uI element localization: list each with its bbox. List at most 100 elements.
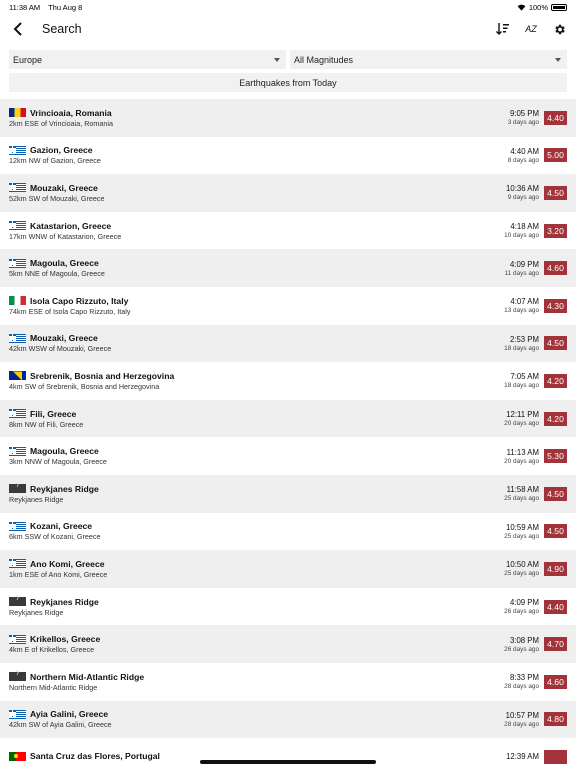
- earthquake-row[interactable]: Gazion, Greece 12km NW of Gazion, Greece 4…: [0, 137, 576, 175]
- row-text: Vrincioaia, Romania 2km ESE of Vrincioaia…: [9, 108, 508, 128]
- earthquake-row[interactable]: Magoula, Greece 3km NNW of Magoula, Greec…: [0, 437, 576, 475]
- row-text: Fili, Greece 8km NW of Fili, Greece: [9, 409, 504, 429]
- earthquake-row[interactable]: Vrincioaia, Romania 2km ESE of Vrincioaia…: [0, 99, 576, 137]
- wifi-icon: [517, 4, 526, 11]
- location-title: Vrincioaia, Romania: [30, 107, 112, 118]
- az-sort-icon: AZ: [525, 24, 537, 34]
- row-time-block: 8:33 PM 28 days ago: [504, 673, 539, 690]
- quake-age: 10 days ago: [504, 232, 539, 240]
- quake-time: 10:59 AM: [506, 522, 539, 532]
- country-flag-icon: [9, 371, 26, 381]
- row-text: Reykjanes RidgeReykjanes Ridge: [9, 483, 504, 504]
- quake-time: 10:57 PM: [505, 710, 539, 720]
- location-detail: 52km SW of Mouzaki, Greece: [9, 193, 105, 203]
- earthquake-row[interactable]: Ayia Galini, Greece 42km SW of Ayia Galin…: [0, 700, 576, 739]
- alphabetical-sort-button[interactable]: AZ: [522, 20, 540, 38]
- earthquake-row[interactable]: Srebrenik, Bosnia and Herzegovina 4km SW …: [0, 362, 576, 400]
- location-title: Magoula, Greece: [30, 446, 99, 457]
- quake-time: 10:50 AM: [506, 560, 539, 570]
- location-detail: 74km ESE of Isola Capo Rizzuto, Italy: [9, 306, 131, 316]
- earthquake-row[interactable]: Krikellos, Greece 4km E of Krikellos, Gre…: [0, 625, 576, 663]
- earthquake-row[interactable]: Reykjanes RidgeReykjanes Ridge11:58 AM25…: [0, 474, 576, 513]
- region-select[interactable]: Europe: [9, 50, 286, 69]
- row-text: Isola Capo Rizzuto, Italy 74km ESE of Iso…: [9, 296, 504, 316]
- magnitude-badge: 4.50: [544, 336, 567, 351]
- sort-descending-icon: [496, 23, 509, 35]
- earthquake-row[interactable]: Northern Mid-Atlantic RidgeNorthern Mid-…: [0, 663, 576, 701]
- magnitude-badge: 3.20: [544, 223, 567, 238]
- location-title: Ano Komi, Greece: [30, 558, 105, 569]
- magnitude-badge: 4.50: [544, 486, 567, 501]
- quake-age: 26 days ago: [504, 645, 539, 653]
- earthquake-row[interactable]: Mouzaki, Greece 42km WSW of Mouzaki, Gree…: [0, 324, 576, 363]
- magnitude-badge: 4.50: [544, 185, 567, 200]
- earthquake-row[interactable]: Ano Komi, Greece 1km ESE of Ano Komi, Gre…: [0, 550, 576, 588]
- location-detail: 5km NNE of Magoula, Greece: [9, 269, 105, 279]
- quake-age: 26 days ago: [504, 608, 539, 616]
- location-detail: 3km NNW of Magoula, Greece: [9, 457, 107, 467]
- quake-age: 18 days ago: [504, 382, 539, 390]
- country-flag-icon: [9, 183, 26, 193]
- earthquake-row[interactable]: Fili, Greece 8km NW of Fili, Greece 12:11 …: [0, 399, 576, 438]
- battery-icon: [551, 3, 567, 11]
- row-text: Mouzaki, Greece 42km WSW of Mouzaki, Gree…: [9, 333, 504, 353]
- location-detail: 2km ESE of Vrincioaia, Romania: [9, 118, 113, 128]
- quake-time: 7:05 AM: [510, 372, 539, 382]
- row-text: Northern Mid-Atlantic RidgeNorthern Mid-…: [9, 671, 504, 692]
- location-title: Mouzaki, Greece: [30, 182, 98, 193]
- dropdown-caret-icon: [555, 57, 561, 62]
- row-time-block: 9:05 PM 3 days ago: [508, 109, 539, 126]
- row-time-block: 12:11 PM 20 days ago: [504, 410, 539, 427]
- location-detail: 42km SW of Ayia Galini, Greece: [9, 720, 112, 730]
- quake-time: 12:39 AM: [506, 751, 539, 761]
- row-text: Katastarion, Greece 17km WNW of Katastari…: [9, 221, 504, 241]
- location-detail: 42km WSW of Mouzaki, Greece: [9, 344, 112, 354]
- location-title: Mouzaki, Greece: [30, 333, 98, 344]
- row-time-block: 7:05 AM 18 days ago: [504, 372, 539, 389]
- sort-button[interactable]: [494, 20, 512, 38]
- status-bar: 11:38 AM Thu Aug 8 100%: [0, 0, 576, 14]
- quake-time: 8:33 PM: [509, 673, 539, 683]
- dropdown-caret-icon: [274, 57, 280, 62]
- row-time-block: 12:39 AM: [506, 752, 539, 762]
- magnitude-badge: 4.60: [544, 261, 567, 276]
- magnitude-badge: 4.70: [544, 637, 567, 652]
- location-title: Katastarion, Greece: [30, 220, 112, 231]
- location-detail: Northern Mid-Atlantic Ridge: [9, 682, 98, 692]
- country-flag-icon: [9, 446, 26, 456]
- location-detail: 1km ESE of Ano Komi, Greece: [9, 569, 108, 579]
- earthquake-list: Vrincioaia, Romania 2km ESE of Vrincioaia…: [0, 99, 576, 768]
- location-detail: 8km NW of Fili, Greece: [9, 419, 84, 429]
- location-detail: 12km NW of Gazion, Greece: [9, 156, 101, 166]
- earthquake-row[interactable]: Kozani, Greece 6km SSW of Kozani, Greece 1…: [0, 513, 576, 551]
- quake-age: 25 days ago: [504, 495, 539, 503]
- row-time-block: 4:09 PM 11 days ago: [505, 260, 539, 277]
- battery-percent: 100%: [528, 2, 548, 12]
- location-title: Gazion, Greece: [30, 145, 93, 156]
- magnitude-badge: 4.40: [544, 599, 567, 614]
- quake-age: 20 days ago: [504, 457, 539, 465]
- quake-time: 4:18 AM: [510, 222, 539, 232]
- row-time-block: 4:07 AM 13 days ago: [504, 297, 539, 314]
- back-button[interactable]: [8, 19, 28, 39]
- earthquake-row[interactable]: Katastarion, Greece 17km WNW of Katastari…: [0, 212, 576, 250]
- settings-button[interactable]: [550, 20, 568, 38]
- country-flag-icon: [9, 709, 26, 719]
- earthquake-row[interactable]: Reykjanes RidgeReykjanes Ridge4:09 PM26 …: [0, 588, 576, 626]
- row-title-line: Isola Capo Rizzuto, Italy: [9, 296, 504, 306]
- country-flag-icon: [9, 221, 26, 231]
- row-time-block: 11:58 AM 25 days ago: [504, 485, 539, 502]
- magnitude-badge: 4.90: [544, 561, 567, 576]
- earthquake-row[interactable]: Mouzaki, Greece 52km SW of Mouzaki, Greec…: [0, 174, 576, 212]
- magnitude-badge: 4.60: [544, 674, 567, 689]
- quake-age: 11 days ago: [504, 269, 539, 277]
- earthquake-row[interactable]: Isola Capo Rizzuto, Italy 74km ESE of Iso…: [0, 287, 576, 325]
- location-title: Isola Capo Rizzuto, Italy: [30, 295, 129, 306]
- magnitude-badge: 4.20: [544, 411, 567, 426]
- magnitude-badge: 4.50: [544, 524, 567, 539]
- earthquakes-today-button[interactable]: Earthquakes from Today: [9, 73, 567, 92]
- magnitude-badge: 5.00: [544, 148, 567, 163]
- earthquake-row[interactable]: Magoula, Greece 5km NNE of Magoula, Greec…: [0, 249, 576, 287]
- location-title: Santa Cruz das Flores, Portugal: [30, 751, 160, 762]
- magnitude-select[interactable]: All Magnitudes: [290, 50, 567, 69]
